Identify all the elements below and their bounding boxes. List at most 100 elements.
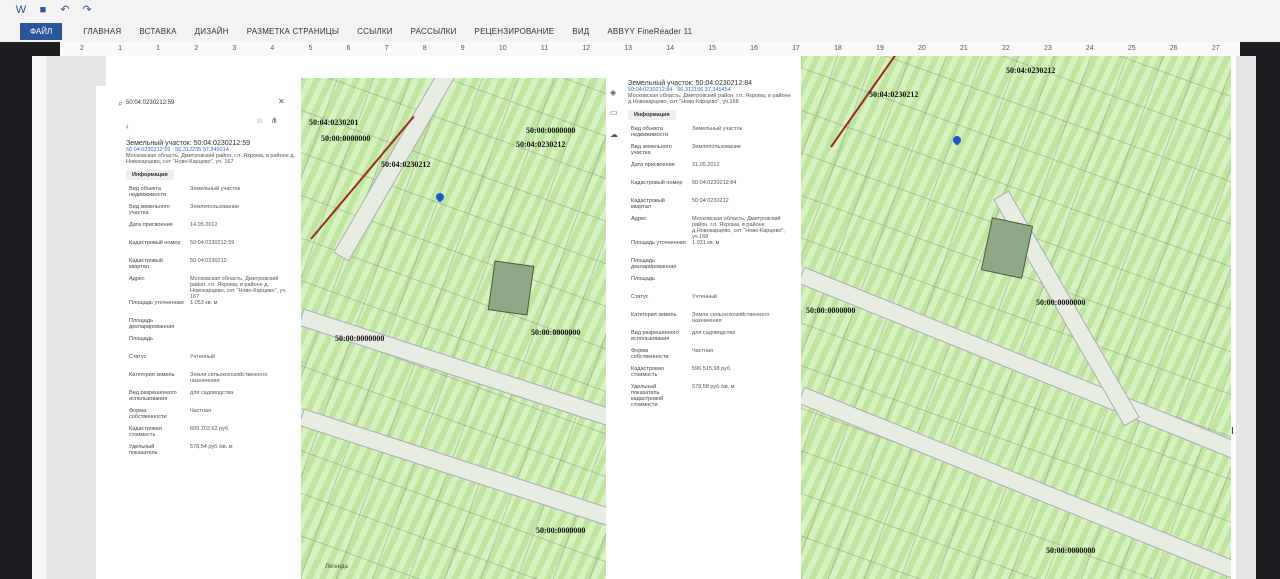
object-heading: Земельный участок: 50:04:0230212:59 [126,140,251,147]
table-row: Кадастровая стоимость 596 515,98 руб. [628,366,798,384]
table-row: Площадь декларированная [126,318,296,336]
object-address-line: Московская область, Дмитровский район, г… [126,153,296,165]
table-row: Площадь декларированная [628,258,798,276]
tab-layout[interactable]: РАЗМЕТКА СТРАНИЦЫ [238,27,348,36]
ruler-tick: 27 [1211,45,1220,52]
tab-home[interactable]: ГЛАВНАЯ [74,27,130,36]
ruler-tick: 26 [1169,45,1178,52]
star-icon[interactable]: ☆ [256,116,263,125]
tab-view[interactable]: ВИД [563,27,598,36]
field-value: для садоводства [190,390,234,396]
field-label: Площадь декларированная [631,258,677,270]
field-value: Московская область, Дмитровский район, г… [692,216,785,240]
close-icon[interactable]: ✕ [278,97,285,106]
field-label: Кадастровый номер [631,180,683,186]
quick-access-toolbar: W ■ ↶ ↷ [14,3,94,17]
ruler-tick: 3 [232,45,237,52]
field-value [689,258,798,276]
table-row: Кадастровая стоимость 609 202,62 руб. [126,426,296,444]
ruler-tick: 24 [1085,45,1094,52]
info-table: Вид объекта недвижимости Земельный участо… [628,126,798,408]
share-icon[interactable]: ⋔ [271,116,278,125]
field-label: Кадастровая стоимость [631,366,664,378]
ruler-tick: 17 [792,45,800,52]
field-label: Адрес [129,276,145,282]
tab-insert[interactable]: ВСТАВКА [130,27,185,36]
legend-button[interactable]: Легенда [325,564,348,570]
ruler-tick: 7 [384,45,389,52]
info-panel-right: Земельный участок: 50:04:0230212:84 50:0… [606,74,801,579]
map-label: 50:00:0000000 [1046,546,1096,555]
text-cursor-icon: I [1231,426,1234,437]
table-row: Площадь уточненная 1 053 кв. м [126,300,296,318]
horizontal-ruler[interactable]: 2 1 1 2 3 4 5 6 7 8 9 10 11 12 13 14 15 16 17 18 19 20 21 22 23 2… [60,42,1240,57]
field-value: 1 053 кв. м [190,300,218,306]
table-row: Форма собственности Частная [126,408,296,426]
table-row: Вид объекта недвижимости Земельный участо… [126,186,296,204]
save-icon[interactable]: ■ [36,3,50,17]
field-label: Дата присвоения [631,162,675,168]
map-label: 50:04:0230212 [381,160,431,169]
map-right[interactable]: 50:04:0230212 50:04:0230212 50:00:000000… [801,56,1231,579]
table-row: Статус Учтенный [628,294,798,312]
map-label: 50:00:0000000 [526,126,576,135]
undo-icon[interactable]: ↶ [58,3,72,17]
ruler-tick: 1 [118,45,122,52]
ruler-tick: 9 [460,45,465,52]
field-value: Учтенный [692,294,717,300]
info-panel-left: ⌕ 50:04:0230212:59 ✕ ‹ ☆ ⋔ Земельный уча… [96,86,301,579]
table-row: Площадь [628,276,798,294]
back-arrow-icon[interactable]: ‹ [126,122,129,131]
map-label: 50:04:0230212 [1006,66,1056,75]
tab-abbyy[interactable]: ABBYY FineReader 11 [598,27,701,36]
search-input[interactable]: 50:04:0230212:59 [126,96,276,110]
field-value: 50:04:0230212:59 [190,240,235,246]
ruler-tick: 8 [422,45,427,52]
ruler-tool-icon[interactable]: ▭ [610,108,618,117]
field-value [187,318,296,336]
field-label: Удельный показатель кадастровой стоимост… [631,384,664,408]
land-plot[interactable] [487,260,535,316]
search-icon[interactable]: ⌕ [118,99,122,109]
field-value: Частная [190,408,212,414]
tab-references[interactable]: ССЫЛКИ [348,27,402,36]
layers-icon[interactable]: ◈ [610,88,616,97]
field-label: Кадастровый квартал [631,198,665,210]
table-row: Кадастровый номер 50:04:0230212:59 [126,240,296,258]
field-label: Площадь [129,336,153,342]
field-label: Вид земельного участка [631,144,672,156]
ruler-tick: 15 [708,45,716,52]
field-value: 50:04:0230212 [190,258,227,264]
field-value: 578,58 руб./кв. м [692,384,735,390]
tab-design[interactable]: ДИЗАЙН [186,27,238,36]
map-label: 50:00:0000000 [536,526,586,535]
table-row: Адрес Московская область, Дмитровский рай… [126,276,296,300]
ruler-tick: 25 [1127,45,1136,52]
table-row: Удельный показатель кадастровой стоимост… [628,384,798,408]
word-logo-icon: W [15,4,27,16]
table-row: Вид земельного участка Землепользование [126,204,296,222]
map-left[interactable]: 50:04:0230201 50:00:0000000 50:04:023021… [301,78,611,579]
table-row: Вид разрешенного использования для садово… [628,330,798,348]
field-value: 31.05.2012 [692,162,720,168]
field-label: Вид земельного участка [129,204,170,216]
ruler-tick: 4 [270,45,275,52]
field-label: Категория земель [631,312,677,318]
ruler-tick: 16 [750,45,758,52]
info-table: Вид объекта недвижимости Земельный участо… [126,186,296,462]
redo-icon[interactable]: ↷ [80,3,94,17]
tab-mailings[interactable]: РАССЫЛКИ [402,27,466,36]
cloud-icon[interactable]: ☁ [610,130,618,139]
map-label: 50:04:0230212 [516,140,566,149]
ruler-tick: 22 [1001,45,1010,52]
tab-information[interactable]: Информация [126,170,174,180]
tab-information[interactable]: Информация [628,110,676,120]
field-value: Учтенный [190,354,215,360]
table-row: Вид земельного участка Землепользование [628,144,798,162]
map-label: 50:00:0000000 [1036,298,1086,307]
ruler-tick: 2 [194,45,199,52]
vertical-ruler[interactable] [32,56,47,579]
map-label: 50:00:0000000 [335,334,385,343]
tab-review[interactable]: РЕЦЕНЗИРОВАНИЕ [466,27,564,36]
tab-file[interactable]: ФАЙЛ [20,22,63,40]
